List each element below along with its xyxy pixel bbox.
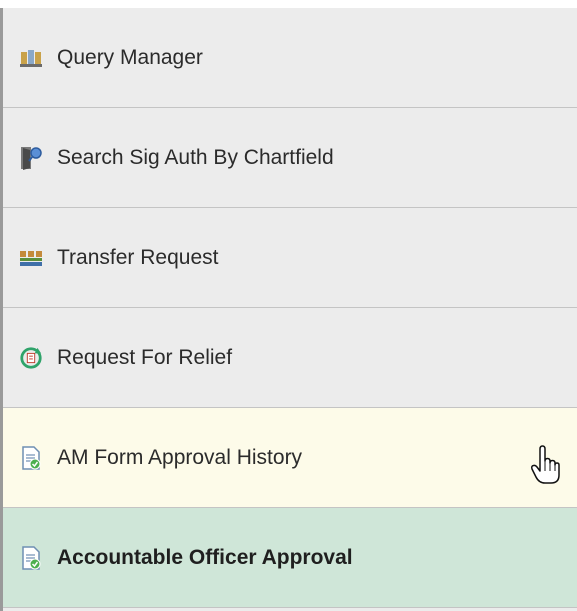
refresh-document-icon (19, 346, 43, 370)
search-door-icon (19, 146, 43, 170)
approval-document-icon (19, 445, 43, 470)
menu-item-label: AM Form Approval History (57, 445, 303, 469)
navigation-menu: Query Manager Search Sig Auth By Chartfi… (0, 8, 577, 611)
menu-item-request-for-relief[interactable]: Request For Relief (3, 308, 577, 408)
menu-item-label: Request For Relief (57, 345, 233, 369)
menu-item-label: Search Sig Auth By Chartfield (57, 145, 334, 169)
menu-item-transfer-request[interactable]: Transfer Request (3, 208, 577, 308)
top-strip (0, 0, 577, 8)
menu-item-search-sig-auth[interactable]: Search Sig Auth By Chartfield (3, 108, 577, 208)
approval-document-icon (19, 545, 43, 570)
menu-item-am-form-approval-history[interactable]: AM Form Approval History (3, 408, 577, 508)
menu-item-label: Query Manager (57, 45, 203, 69)
menu-item-query-manager[interactable]: Query Manager (3, 8, 577, 108)
query-manager-icon (19, 46, 43, 70)
menu-item-label: Accountable Officer Approval (57, 545, 353, 569)
hand-pointer-icon (530, 445, 560, 485)
transfer-boxes-icon (19, 246, 43, 270)
menu-item-accountable-officer-approval[interactable]: Accountable Officer Approval (3, 508, 577, 608)
menu-item-label: Transfer Request (57, 245, 219, 269)
